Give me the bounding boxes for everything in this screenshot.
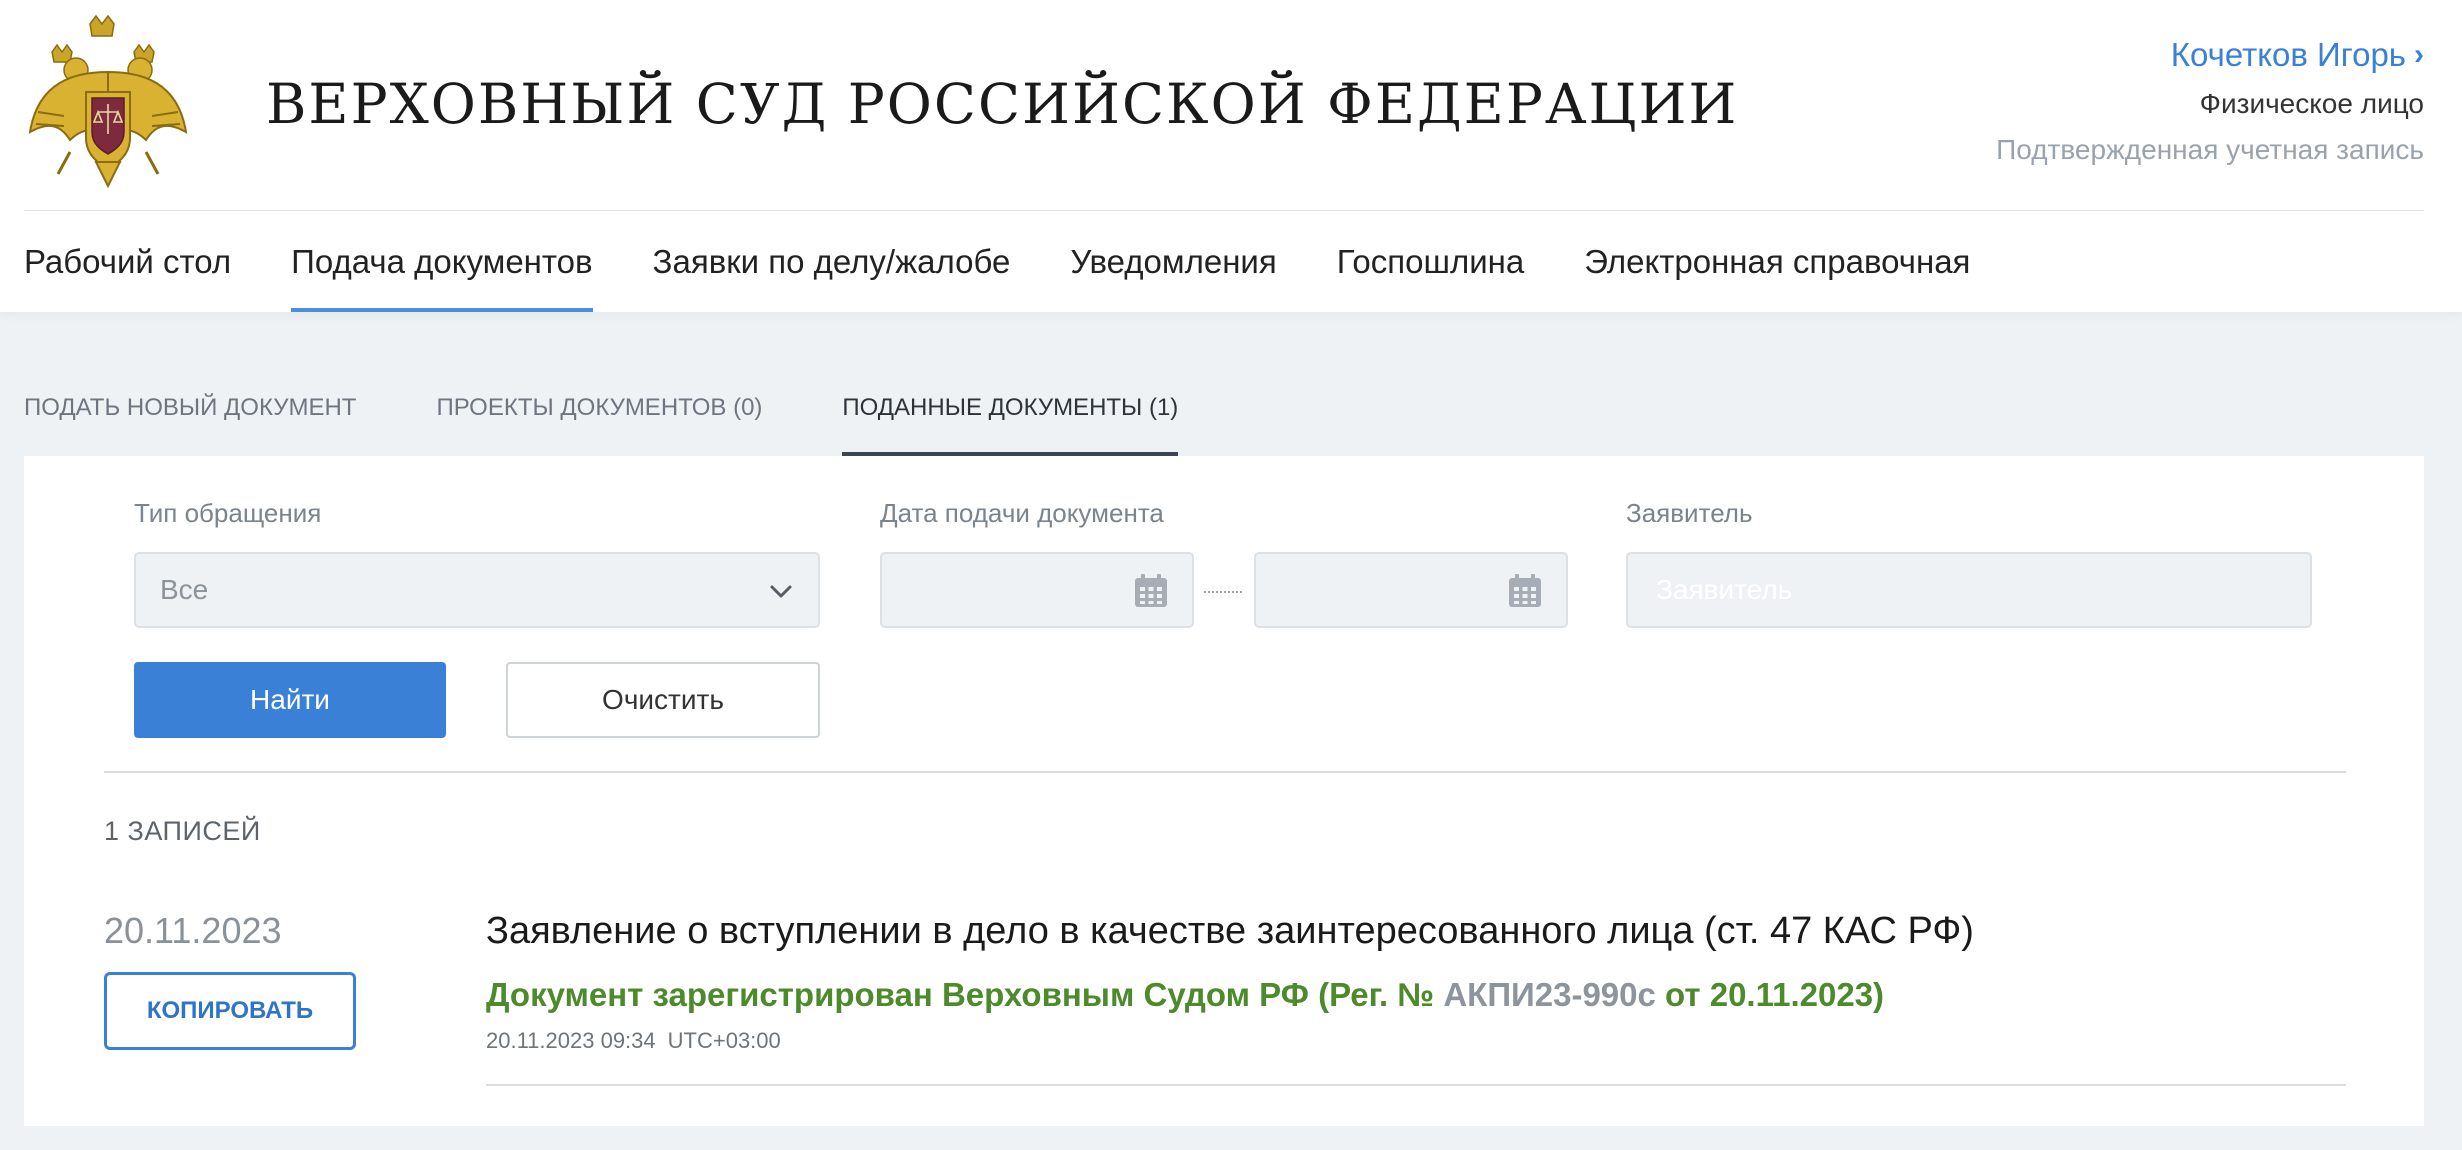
records-count: 1 ЗАПИСЕЙ [104,816,261,846]
document-timestamp: 20.11.2023 09:34 UTC+03:00 [486,1028,781,1054]
site-header: ВЕРХОВНЫЙ СУД РОССИЙСКОЙ ФЕДЕРАЦИИ Кочет… [0,0,2462,312]
calendar-icon[interactable] [1132,572,1170,610]
nav-item-state-fee[interactable]: Госпошлина [1337,212,1524,312]
document-date: 20.11.2023 [104,910,282,951]
appeal-type-label: Тип обращения [134,498,322,528]
calendar-icon[interactable] [1506,572,1544,610]
document-title[interactable]: Заявление о вступлении в дело в качестве… [486,910,1974,953]
user-type: Физическое лицо [2199,88,2424,119]
status-prefix: Документ зарегистрирован Верховным Судом… [486,976,1444,1013]
applicant-input[interactable] [1628,554,2310,626]
registration-number: АКПИ23-990с [1443,976,1656,1013]
submit-datetime: 20.11.2023 09:34 [486,1028,656,1053]
tab-submitted[interactable]: ПОДАННЫЕ ДОКУМЕНТЫ (1) [842,380,1178,456]
nav-item-desktop[interactable]: Рабочий стол [24,212,231,312]
applicant-label: Заявитель [1626,498,1753,528]
site-title: ВЕРХОВНЫЙ СУД РОССИЙСКОЙ ФЕДЕРАЦИИ [266,72,1739,136]
timezone: UTC+03:00 [667,1028,781,1053]
tab-new-document[interactable]: ПОДАТЬ НОВЫЙ ДОКУМЕНТ [24,380,356,456]
user-name[interactable]: Кочетков Игорь [2171,36,2406,74]
row-divider [486,1084,2346,1086]
copy-button[interactable]: КОПИРОВАТЬ [104,972,356,1050]
main-nav: Рабочий стол Подача документов Заявки по… [24,212,2030,312]
coat-of-arms-emblem [28,14,188,189]
nav-item-e-help-desk[interactable]: Электронная справочная [1584,212,1970,312]
appeal-type-select[interactable]: Все [134,552,820,628]
status-suffix: от 20.11.2023) [1655,976,1885,1013]
submit-date-label: Дата подачи документа [880,498,1164,528]
nav-item-submit-documents[interactable]: Подача документов [291,212,593,312]
applicant-field [1626,552,2312,628]
appeal-type-value: Все [160,574,209,605]
clear-button[interactable]: Очистить [506,662,820,738]
date-range-separator [1204,591,1242,593]
results-divider [104,771,2346,773]
tab-drafts[interactable]: ПРОЕКТЫ ДОКУМЕНТОВ (0) [436,380,762,456]
chevron-down-icon [770,585,792,598]
user-profile-link[interactable]: Кочетков Игорь › [2171,36,2424,74]
nav-item-case-requests[interactable]: Заявки по делу/жалобе [653,212,1011,312]
header-divider [24,210,2424,211]
date-from-input[interactable] [880,552,1194,628]
document-tabs: ПОДАТЬ НОВЫЙ ДОКУМЕНТ ПРОЕКТЫ ДОКУМЕНТОВ… [24,380,1258,456]
submitted-documents-panel: Тип обращения Все Дата подачи документа [24,456,2424,1126]
chevron-right-icon: › [2414,38,2424,71]
account-status: Подтвержденная учетная запись [1996,134,2424,165]
search-button[interactable]: Найти [134,662,446,738]
nav-item-notifications[interactable]: Уведомления [1070,212,1276,312]
user-block: Кочетков Игорь › Физическое лицо Подтвер… [1996,36,2424,166]
date-to-input[interactable] [1254,552,1568,628]
document-status: Документ зарегистрирован Верховным Судом… [486,976,1884,1014]
